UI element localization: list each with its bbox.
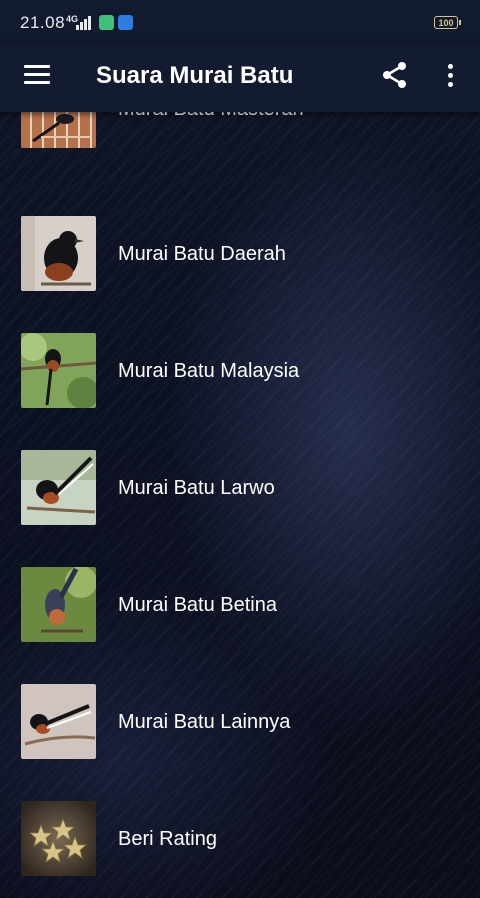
bird-thumbnail: [21, 450, 96, 525]
list-item-larwo[interactable]: Murai Batu Larwo: [0, 450, 480, 567]
menu-list: Murai Batu Masteran Murai Batu Daerah: [0, 112, 480, 898]
list-item-lainnya[interactable]: Murai Batu Lainnya: [0, 684, 480, 801]
bird-thumbnail: [21, 684, 96, 759]
bird-thumbnail: [21, 333, 96, 408]
list-item-label: Murai Batu Masteran: [118, 112, 304, 121]
signal-icon: [76, 16, 92, 30]
list-item-malaysia[interactable]: Murai Batu Malaysia: [0, 333, 480, 450]
hamburger-menu-icon[interactable]: [24, 65, 50, 85]
status-time: 21.08: [20, 13, 66, 32]
list-item-label: Beri Rating: [118, 828, 217, 850]
list-item-masteran[interactable]: Murai Batu Masteran: [0, 112, 480, 190]
more-vert-icon[interactable]: [440, 62, 460, 90]
list-item-daerah[interactable]: Murai Batu Daerah: [0, 216, 480, 333]
list-item-label: Murai Batu Malaysia: [118, 360, 300, 382]
bird-thumbnail: [21, 216, 96, 291]
battery-icon: 100: [434, 16, 461, 29]
vpn-app-icon: [118, 15, 133, 30]
list-item-label: Murai Batu Lainnya: [118, 711, 291, 733]
bird-thumbnail: [21, 567, 96, 642]
bird-thumbnail: [21, 112, 96, 148]
list-item-betina[interactable]: Murai Batu Betina: [0, 567, 480, 684]
list-item-label: Murai Batu Larwo: [118, 477, 275, 499]
app-bar: Suara Murai Batu: [0, 44, 480, 112]
share-icon[interactable]: [380, 60, 410, 90]
page-title: Suara Murai Batu: [96, 62, 294, 89]
list-item-label: Murai Batu Daerah: [118, 243, 286, 265]
status-bar: 21.08 4G 100: [0, 0, 480, 44]
list-item-rating[interactable]: Beri Rating: [0, 801, 480, 898]
chat-app-icon: [99, 15, 114, 30]
rating-stars-thumbnail: [21, 801, 96, 876]
list-item-label: Murai Batu Betina: [118, 594, 277, 616]
